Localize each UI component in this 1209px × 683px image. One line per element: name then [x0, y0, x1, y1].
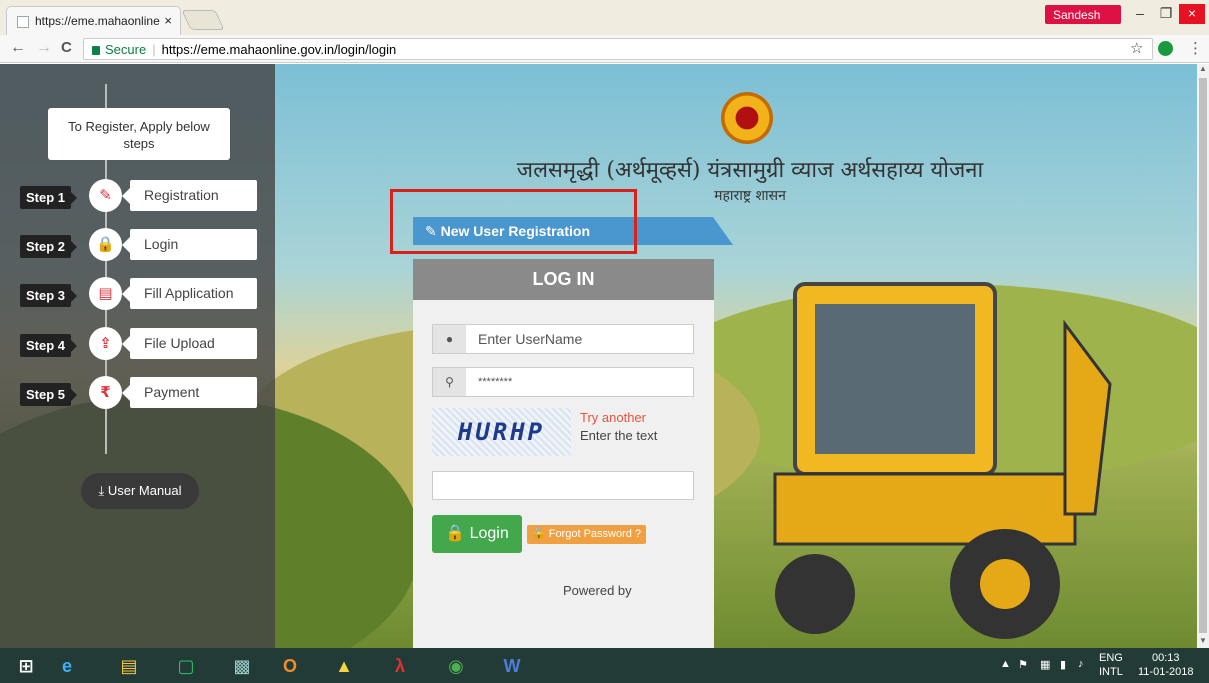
network-icon[interactable]: ▦	[1040, 658, 1050, 671]
scheme-title: जलसमृद्धी (अर्थमूव्हर्स) यंत्रसामुग्री व…	[516, 158, 984, 183]
page-content: To Register, Apply below steps Step 1 ✎ …	[0, 64, 1197, 648]
lock-icon: 🔒	[445, 525, 466, 542]
step-name: File Upload	[122, 328, 257, 359]
page-scrollbar[interactable]: ▲ ▼	[1197, 64, 1209, 648]
tab-title: https://eme.mahaonline	[35, 14, 160, 28]
outlook-icon[interactable]: O	[274, 651, 306, 681]
url-text: https://eme.mahaonline.gov.in/login/logi…	[161, 42, 397, 57]
step-label: Step 4	[20, 334, 78, 357]
register-info-box: To Register, Apply below steps	[48, 108, 230, 160]
rupee-icon: ₹	[89, 376, 122, 409]
document-icon: ▤	[89, 277, 122, 310]
govt-name: महाराष्ट्र शासन	[714, 188, 786, 204]
forgot-password-label: Forgot Password ?	[548, 528, 642, 540]
key-icon: ⚲	[433, 368, 466, 396]
browser-tab[interactable]: https://eme.mahaonline ×	[6, 6, 181, 35]
windows-taskbar: ⊞ e ▤ ▢ ▩ O ▲ λ ◉ W ▲ ⚑ ▦ ▮ ♪ ENG INTL 0…	[0, 648, 1209, 683]
scrollbar-thumb[interactable]	[1199, 78, 1207, 633]
store-icon[interactable]: ▢	[170, 651, 202, 681]
internet-explorer-icon[interactable]: e	[51, 651, 83, 681]
system-clock[interactable]: 00:13 11-01-2018	[1138, 651, 1193, 679]
language-code: ENG	[1099, 652, 1123, 664]
step-item: Step 1 ✎ Registration	[0, 178, 275, 214]
step-label: Step 2	[20, 235, 78, 258]
step-label: Step 3	[20, 284, 78, 307]
maharashtra-emblem-logo	[721, 92, 773, 144]
lock-icon: 🔒	[89, 228, 122, 261]
back-icon[interactable]: ←	[10, 39, 26, 57]
forward-icon[interactable]: →	[36, 39, 52, 57]
username-field[interactable]: ● Enter UserName	[432, 324, 694, 354]
show-hidden-icons-icon[interactable]: ▲	[1000, 658, 1011, 670]
volume-icon[interactable]: ♪	[1078, 658, 1084, 670]
signal-icon[interactable]: ▮	[1060, 658, 1066, 671]
step-item: Step 3 ▤ Fill Application	[0, 276, 275, 312]
captcha-instruction: Enter the text	[580, 428, 658, 443]
browser-toolbar: ← → C Secure | https://eme.mahaonline.gov.…	[0, 35, 1209, 63]
language-indicator[interactable]: ENG INTL	[1099, 651, 1123, 679]
step-name: Payment	[122, 377, 257, 408]
step-label: Step 1	[20, 186, 78, 209]
flag-icon[interactable]: ⚑	[1018, 658, 1028, 671]
user-icon: ●	[433, 325, 466, 353]
keyboard-layout: INTL	[1099, 666, 1123, 678]
scroll-up-icon[interactable]: ▲	[1197, 64, 1209, 73]
new-tab-button[interactable]	[181, 10, 225, 30]
login-button-label: Login	[469, 525, 509, 542]
user-manual-button[interactable]: ⤓ User Manual	[81, 473, 199, 509]
windows-start-icon[interactable]: ⊞	[10, 651, 42, 681]
step-name: Fill Application	[122, 278, 257, 309]
bookmark-star-icon[interactable]: ☆	[1130, 39, 1143, 57]
window-close-button[interactable]: ×	[1179, 4, 1205, 24]
step-item: Step 4 ⇪ File Upload	[0, 326, 275, 362]
step-item: Step 5 ₹ Payment	[0, 375, 275, 411]
omnibox-separator: |	[152, 42, 156, 57]
captcha-input[interactable]	[432, 471, 694, 500]
password-field[interactable]: ⚲ ********	[432, 367, 694, 397]
app-icon[interactable]: ▩	[226, 651, 258, 681]
acrobat-icon[interactable]: λ	[384, 651, 416, 681]
folder-icon[interactable]: ▲	[328, 651, 360, 681]
file-explorer-icon[interactable]: ▤	[113, 651, 145, 681]
scroll-down-icon[interactable]: ▼	[1197, 636, 1209, 645]
profile-button[interactable]: Sandesh	[1045, 5, 1121, 24]
lock-icon	[92, 46, 100, 55]
window-maximize-button[interactable]: ❐	[1154, 4, 1178, 24]
extension-icon[interactable]	[1158, 41, 1173, 56]
step-name: Registration	[122, 180, 257, 211]
login-panel: LOG IN ● Enter UserName ⚲ ******** HURHP…	[413, 259, 714, 648]
username-placeholder: Enter UserName	[478, 331, 583, 347]
profile-name: Sandesh	[1053, 8, 1101, 22]
window-minimize-button[interactable]: –	[1127, 4, 1153, 24]
clock-time: 00:13	[1151, 652, 1180, 664]
chrome-icon[interactable]: ◉	[440, 651, 472, 681]
tab-close-icon[interactable]: ×	[164, 13, 172, 28]
address-bar[interactable]: Secure | https://eme.mahaonline.gov.in/log…	[83, 38, 1153, 60]
captcha-image: HURHP	[432, 408, 571, 456]
upload-icon: ⇪	[89, 327, 122, 360]
browser-titlebar: https://eme.mahaonline × Sandesh – ❐ ×	[0, 0, 1209, 35]
unlock-icon: 🔓	[531, 528, 546, 540]
login-button[interactable]: 🔒 Login	[432, 515, 522, 553]
step-name: Login	[122, 229, 257, 260]
forgot-password-button[interactable]: 🔓 Forgot Password ?	[527, 525, 646, 544]
pencil-icon: ✎	[89, 179, 122, 212]
login-title: LOG IN	[413, 259, 714, 300]
try-another-link[interactable]: Try another	[580, 410, 646, 425]
password-value: ********	[478, 376, 513, 388]
word-icon[interactable]: W	[496, 651, 528, 681]
steps-sidebar: To Register, Apply below steps Step 1 ✎ …	[0, 64, 275, 648]
reload-icon[interactable]: C	[61, 39, 72, 56]
step-item: Step 2 🔒 Login	[0, 227, 275, 263]
page-favicon-icon	[17, 16, 29, 28]
powered-by-text: Powered by	[563, 583, 632, 598]
browser-menu-icon[interactable]: ⋮	[1188, 39, 1203, 57]
secure-label: Secure	[105, 42, 147, 57]
backhoe-illustration	[773, 282, 1112, 639]
clock-date: 11-01-2018	[1138, 666, 1194, 678]
step-label: Step 5	[20, 383, 78, 406]
annotation-highlight-box	[390, 189, 637, 254]
